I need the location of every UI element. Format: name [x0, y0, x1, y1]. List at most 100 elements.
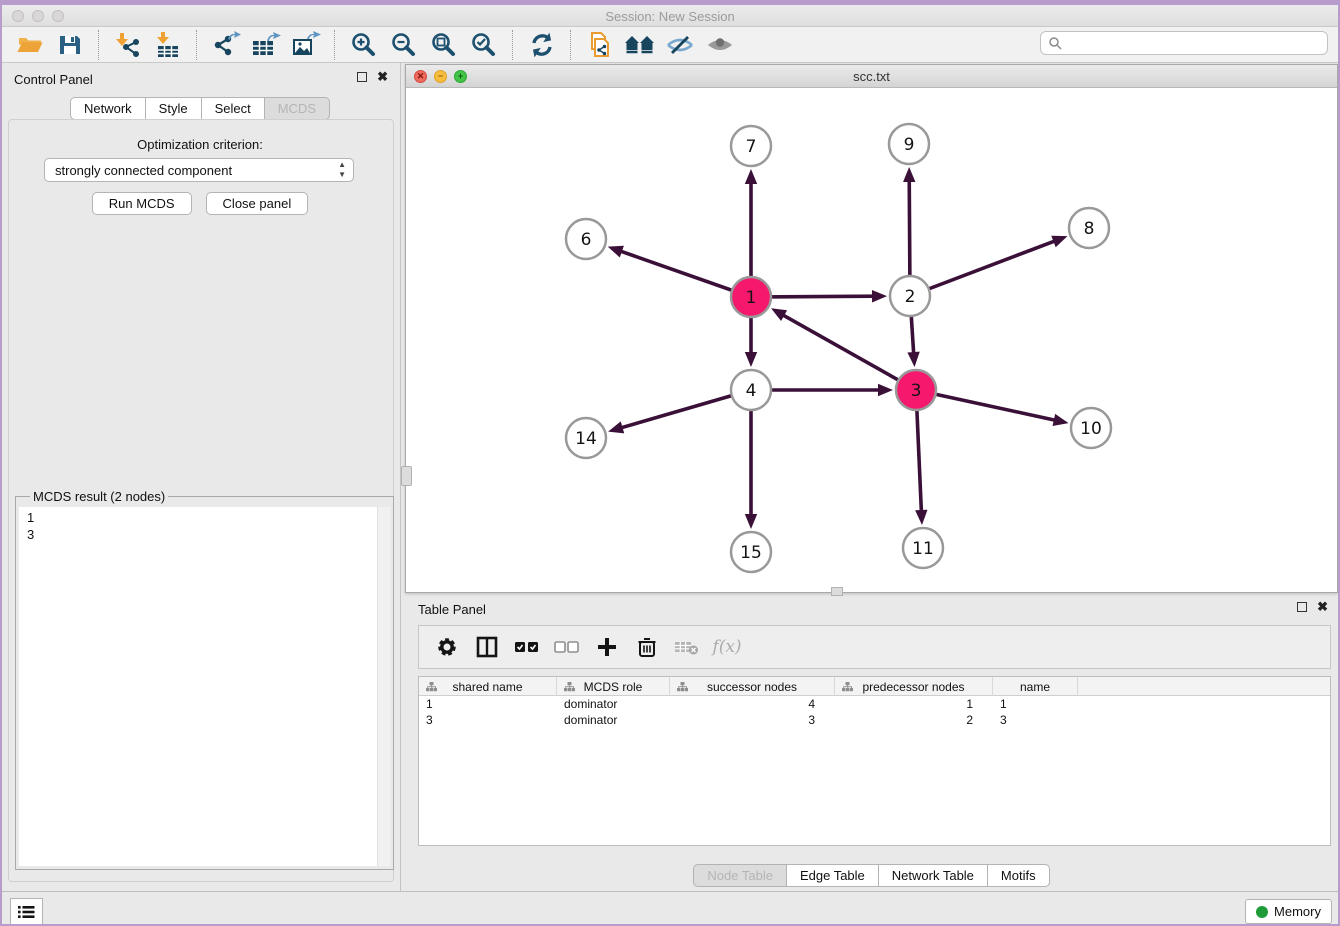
column-header-name[interactable]: name — [993, 677, 1078, 696]
float-panel-icon[interactable] — [357, 72, 367, 82]
table-cell[interactable]: 4 — [670, 696, 835, 712]
memory-label: Memory — [1274, 904, 1321, 919]
column-header-MCDS-role[interactable]: MCDS role — [557, 677, 670, 696]
mcds-result-box: MCDS result (2 nodes) 13 — [15, 489, 394, 870]
graph-node-label: 6 — [581, 230, 592, 250]
column-header-shared-name[interactable]: shared name — [419, 677, 557, 696]
splitter-handle-bottom[interactable] — [831, 587, 843, 596]
graph-edge-arrowhead — [872, 290, 887, 302]
column-header-predecessor-nodes[interactable]: predecessor nodes — [835, 677, 993, 696]
table-panel-title: Table Panel — [418, 602, 486, 617]
column-label: predecessor nodes — [862, 680, 964, 694]
task-history-button[interactable] — [10, 898, 43, 925]
float-panel-icon[interactable] — [1297, 602, 1307, 612]
show-icon[interactable] — [703, 30, 737, 60]
close-panel-icon[interactable]: ✖ — [377, 72, 388, 82]
delete-table-icon[interactable] — [669, 630, 705, 664]
toolbar-separator — [196, 30, 198, 60]
column-attribute-icon — [564, 681, 575, 695]
table-cell[interactable]: 3 — [670, 712, 835, 728]
select-stepper-icon: ▲▼ — [338, 160, 346, 180]
paste-network-icon[interactable] — [583, 30, 617, 60]
network-graph-canvas[interactable]: 7968124314101511 — [407, 87, 1337, 592]
table-row[interactable]: 1dominator411 — [419, 696, 1330, 712]
column-label: MCDS role — [584, 680, 643, 694]
graph-edge-2-8[interactable] — [910, 241, 1055, 296]
table-cell[interactable]: dominator — [557, 696, 670, 712]
hide-icon[interactable] — [663, 30, 697, 60]
open-folder-icon[interactable] — [13, 30, 47, 60]
app-titlebar: Session: New Session — [0, 0, 1340, 27]
export-network-icon[interactable] — [209, 30, 243, 60]
tab-edge-table[interactable]: Edge Table — [786, 864, 879, 887]
toolbar-separator — [512, 30, 514, 60]
main-area: Control Panel ✖ NetworkStyleSelectMCDS O… — [0, 63, 1340, 891]
table-cell[interactable]: 1 — [835, 696, 993, 712]
network-window-title: scc.txt — [406, 69, 1337, 84]
graph-edge-3-10[interactable] — [916, 390, 1056, 420]
tab-motifs[interactable]: Motifs — [987, 864, 1050, 887]
table-panel-tabs: Node TableEdge TableNetwork TableMotifs — [693, 864, 1049, 887]
tab-network[interactable]: Network — [70, 97, 146, 120]
tab-style[interactable]: Style — [145, 97, 202, 120]
column-attribute-icon — [842, 681, 853, 695]
column-header-successor-nodes[interactable]: successor nodes — [670, 677, 835, 696]
graph-node-label: 3 — [911, 381, 922, 401]
table-row[interactable]: 3dominator323 — [419, 712, 1330, 728]
table-cell[interactable]: 3 — [993, 712, 1078, 728]
optimization-criterion-label: Optimization criterion: — [0, 137, 400, 152]
tab-select[interactable]: Select — [201, 97, 265, 120]
refresh-icon[interactable] — [525, 30, 559, 60]
export-table-icon[interactable] — [249, 30, 283, 60]
graph-node-label: 9 — [904, 135, 915, 155]
zoom-in-icon[interactable] — [347, 30, 381, 60]
graph-node-label: 14 — [575, 429, 597, 449]
split-pane-icon[interactable] — [469, 630, 505, 664]
window-title: Session: New Session — [0, 9, 1340, 24]
tab-mcds[interactable]: MCDS — [264, 97, 330, 120]
save-icon[interactable] — [53, 30, 87, 60]
home-icon[interactable] — [623, 30, 657, 60]
graph-edge-3-1[interactable] — [782, 315, 916, 390]
zoom-fit-icon[interactable] — [427, 30, 461, 60]
add-icon[interactable] — [589, 630, 625, 664]
mcds-result-item[interactable]: 1 — [27, 509, 390, 526]
graph-edge-arrowhead — [903, 167, 915, 182]
delete-icon[interactable] — [629, 630, 665, 664]
network-window-titlebar[interactable]: ✕ − + scc.txt — [406, 65, 1337, 88]
memory-button[interactable]: Memory — [1245, 899, 1332, 924]
search-box[interactable] — [1040, 31, 1328, 55]
import-network-icon[interactable] — [111, 30, 145, 60]
splitter-handle-left[interactable] — [401, 466, 412, 486]
zoom-out-icon[interactable] — [387, 30, 421, 60]
close-panel-icon[interactable]: ✖ — [1317, 602, 1328, 612]
gear-icon[interactable] — [429, 630, 465, 664]
table-cell[interactable]: 1 — [993, 696, 1078, 712]
select-all-icon[interactable] — [509, 630, 545, 664]
toolbar-separator — [570, 30, 572, 60]
run-mcds-button[interactable]: Run MCDS — [92, 192, 192, 215]
close-panel-button[interactable]: Close panel — [206, 192, 309, 215]
result-scrollbar[interactable] — [377, 507, 390, 866]
zoom-selected-icon[interactable] — [467, 30, 501, 60]
table-cell[interactable]: 2 — [835, 712, 993, 728]
tab-network-table[interactable]: Network Table — [878, 864, 988, 887]
search-input[interactable] — [1063, 35, 1327, 51]
mcds-result-list[interactable]: 13 — [19, 507, 390, 866]
table-cell[interactable]: dominator — [557, 712, 670, 728]
deselect-all-icon[interactable] — [549, 630, 585, 664]
main-toolbar — [0, 27, 1340, 63]
node-table[interactable]: shared name MCDS role successor nodes prede… — [418, 676, 1331, 846]
control-panel: Control Panel ✖ NetworkStyleSelectMCDS O… — [0, 63, 401, 891]
import-table-icon[interactable] — [151, 30, 185, 60]
function-icon[interactable]: f(x) — [709, 630, 745, 664]
export-image-icon[interactable] — [289, 30, 323, 60]
table-cell[interactable]: 3 — [419, 712, 557, 728]
criterion-select[interactable]: strongly connected component ▲▼ — [44, 158, 354, 182]
control-panel-tabs: NetworkStyleSelectMCDS — [70, 97, 330, 120]
tab-node-table[interactable]: Node Table — [693, 864, 787, 887]
mcds-result-item[interactable]: 3 — [27, 526, 390, 543]
table-toolbar: f(x) — [418, 625, 1331, 669]
table-cell[interactable]: 1 — [419, 696, 557, 712]
graph-edge-arrowhead — [1053, 414, 1069, 426]
